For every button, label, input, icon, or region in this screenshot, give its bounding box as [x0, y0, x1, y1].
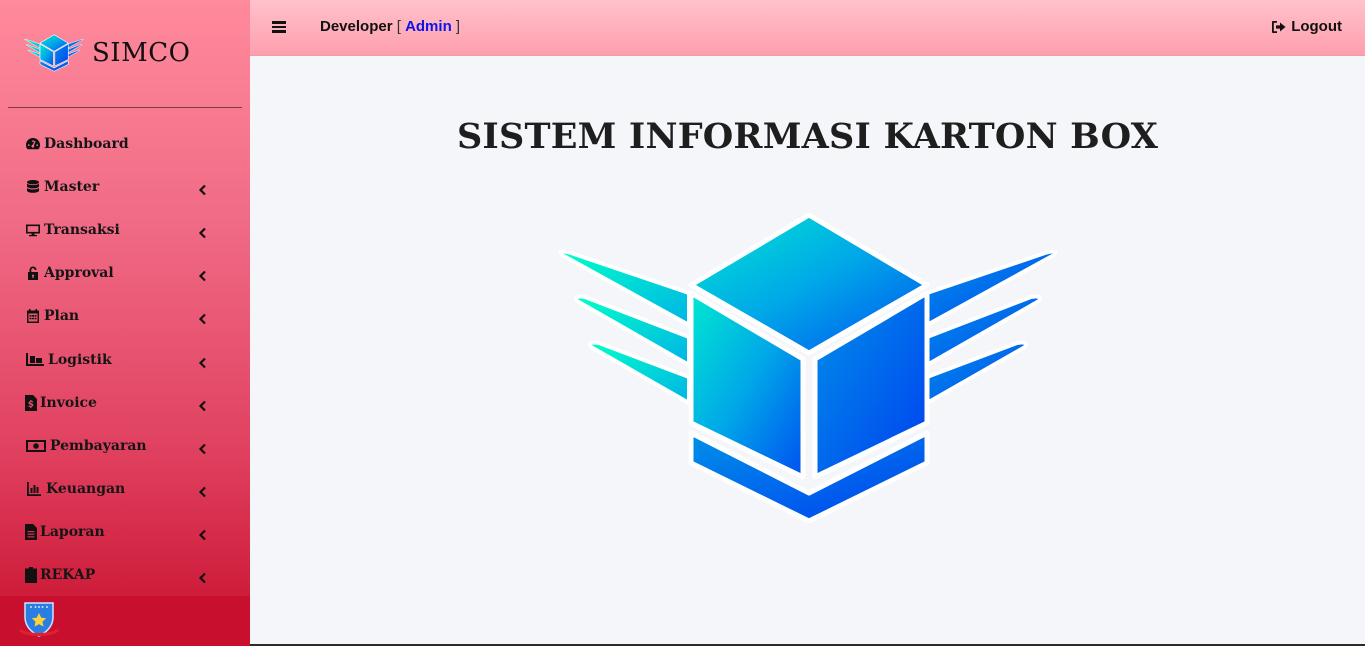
sidebar-item-label: Keuangan [46, 481, 126, 498]
chevron-left-icon [198, 310, 208, 325]
sidebar-item-label: REKAP [40, 567, 96, 584]
sidebar-item-keuangan[interactable]: Keuangan [0, 468, 250, 511]
clipboard-icon [24, 566, 38, 584]
bracket-close: ] [455, 18, 461, 35]
page-title: SISTEM INFORMASI KARTON BOX [456, 116, 1159, 157]
database-icon [24, 178, 42, 196]
file-text-icon [24, 523, 38, 541]
chevron-left-icon [198, 397, 208, 411]
chevron-left-icon [198, 354, 208, 368]
sidebar-item-laporan[interactable]: Laporan [0, 511, 250, 554]
sidebar-item-dashboard[interactable]: Dashboard [0, 122, 250, 165]
user-info: Developer [ Admin ] [320, 18, 460, 35]
sidebar-item-logistik[interactable]: Logistik [0, 338, 250, 381]
sidebar-item-label: Plan [44, 308, 80, 325]
chevron-left-icon [198, 224, 208, 239]
logout-button[interactable]: Logout [1271, 18, 1342, 35]
unlock-icon [24, 264, 42, 282]
sidebar-item-label: Master [44, 178, 100, 195]
tachometer-icon [24, 135, 42, 153]
winged-box-icon [24, 34, 84, 72]
chevron-left-icon [198, 483, 208, 498]
brand-divider [8, 107, 242, 108]
sidebar-item-label: Dashboard [44, 135, 129, 152]
sidebar-item-invoice[interactable]: Invoice [0, 381, 250, 424]
logout-label: Logout [1291, 18, 1342, 35]
brand-name: SIMCO [92, 38, 191, 68]
bar-chart-icon [24, 480, 44, 498]
desktop-icon [24, 221, 42, 239]
sidebar-item-approval[interactable]: Approval [0, 252, 250, 295]
sidebar-item-plan[interactable]: Plan [0, 295, 250, 338]
chevron-left-icon [198, 569, 208, 584]
brand[interactable]: SIMCO [24, 30, 190, 76]
sidebar-menu: Dashboard Master Transaksi Approval Plan… [0, 122, 250, 597]
sign-out-icon [1272, 20, 1286, 33]
topbar: Developer [ Admin ] Logout [250, 0, 1365, 56]
pallet-icon [24, 351, 46, 369]
sidebar-item-transaksi[interactable]: Transaksi [0, 208, 250, 251]
money-bill-icon [24, 437, 48, 455]
sidebar-item-rekap[interactable]: REKAP [0, 554, 250, 597]
sidebar-item-pembayaran[interactable]: Pembayaran [0, 424, 250, 467]
user-name: Developer [320, 18, 393, 35]
user-role-link[interactable]: Admin [405, 18, 452, 35]
sidebar-item-label: Pembayaran [50, 437, 147, 454]
file-invoice-dollar-icon [24, 394, 38, 412]
winged-box-icon [557, 213, 1059, 523]
sidebar-item-label: Transaksi [44, 221, 120, 238]
sidebar-item-label: Logistik [48, 351, 112, 368]
sidebar-item-label: Approval [44, 265, 114, 282]
shield-emblem-icon [18, 602, 60, 637]
chevron-left-icon [198, 181, 208, 196]
sidebar-item-master[interactable]: Master [0, 165, 250, 208]
sidebar: SIMCO Dashboard Master Transaksi Approva… [0, 0, 250, 646]
sidebar-item-label: Invoice [40, 394, 97, 411]
chevron-left-icon [198, 440, 208, 455]
bracket-open: [ [396, 18, 401, 35]
calendar-icon [24, 307, 42, 325]
chevron-left-icon [198, 526, 208, 541]
sidebar-item-label: Laporan [40, 524, 105, 541]
hamburger-icon[interactable] [272, 19, 290, 37]
chevron-left-icon [198, 267, 208, 282]
